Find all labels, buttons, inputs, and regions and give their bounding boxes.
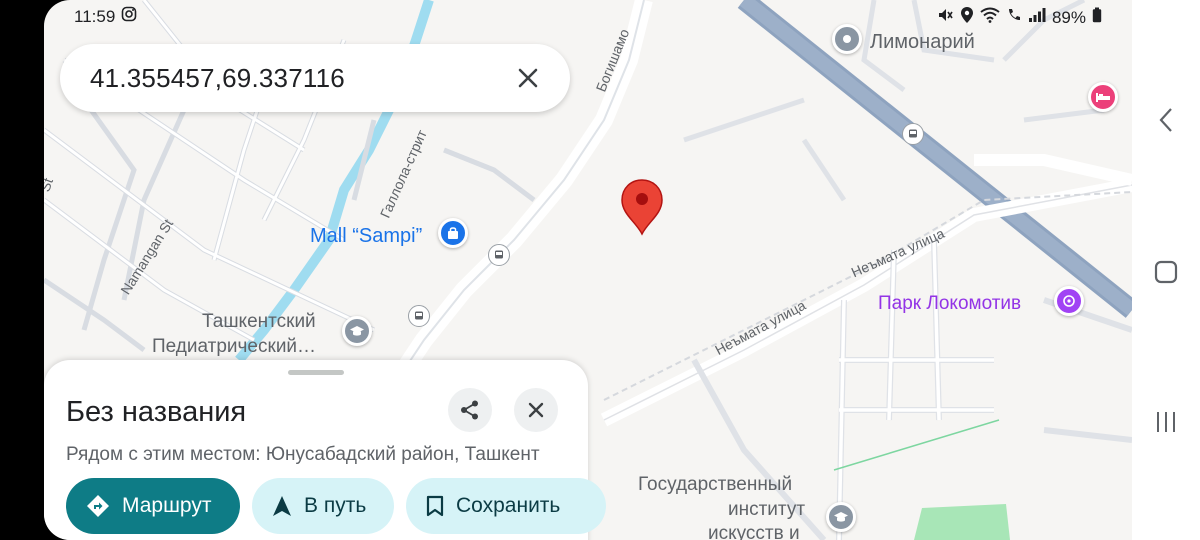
save-button-label: Сохранить	[456, 494, 561, 517]
bus-stop-icon[interactable]	[488, 244, 510, 266]
park-area	[914, 504, 1010, 540]
recent-apps-button[interactable]	[1146, 402, 1186, 442]
go-button-label: В путь	[304, 494, 367, 517]
go-button[interactable]: В путь	[252, 478, 394, 534]
navigation-arrow-icon	[273, 496, 291, 516]
system-navigation-bar	[1132, 0, 1200, 540]
poi-label-institute-line1[interactable]: Государственный	[638, 474, 792, 496]
wifi-icon	[980, 7, 1000, 28]
status-time: 11:59	[74, 6, 116, 26]
wifi-call-icon	[1006, 7, 1022, 28]
instagram-icon	[121, 6, 137, 27]
hotel-poi-icon[interactable]	[1088, 82, 1118, 112]
clear-search-button[interactable]	[510, 60, 546, 96]
status-bar-left: 11:59	[74, 6, 137, 27]
close-icon	[528, 402, 544, 418]
close-icon	[518, 68, 538, 88]
park-poi-icon[interactable]	[1054, 286, 1084, 316]
place-subtitle: Рядом с этим местом: Юнусабадский район,…	[66, 444, 540, 465]
mute-icon	[936, 6, 954, 29]
poi-label-mall[interactable]: Mall “Sampi”	[310, 225, 422, 247]
map-screen[interactable]: 11:59 89% 41.355457,69.337116 Лимонарий …	[44, 0, 1132, 540]
poi-label-tashkent-line2[interactable]: Педиатрический…	[152, 336, 316, 358]
place-bottom-sheet[interactable]: Без названия Рядом с этим местом: Юнусаб…	[44, 360, 606, 540]
back-chevron-icon	[1159, 108, 1172, 132]
bus-stop-icon[interactable]	[408, 305, 430, 327]
sheet-drag-handle[interactable]	[288, 370, 344, 375]
battery-percent: 89%	[1051, 7, 1086, 27]
signal-icon	[1028, 7, 1046, 28]
share-button[interactable]	[448, 388, 492, 432]
directions-icon	[87, 495, 109, 517]
search-bar[interactable]: 41.355457,69.337116	[60, 44, 570, 112]
bookmark-icon	[426, 495, 444, 517]
school-icon[interactable]	[826, 502, 856, 532]
poi-label-institute-line3[interactable]: искусств и	[708, 523, 800, 540]
home-square-icon	[1154, 260, 1178, 284]
route-button-label: Маршрут	[122, 494, 212, 517]
home-button[interactable]	[1146, 252, 1186, 292]
bus-stop-icon[interactable]	[902, 123, 924, 145]
location-pin	[621, 179, 663, 236]
place-title: Без названия	[66, 396, 247, 428]
recent-apps-icon	[1157, 412, 1175, 432]
poi-label-institute-line2[interactable]: институт	[728, 499, 805, 521]
back-button[interactable]	[1146, 100, 1186, 140]
status-bar-right: 89%	[936, 6, 1102, 29]
shopping-bag-icon[interactable]	[438, 218, 468, 248]
location-icon	[960, 6, 974, 29]
search-input[interactable]: 41.355457,69.337116	[90, 63, 510, 94]
close-button[interactable]	[514, 388, 558, 432]
save-button[interactable]: Сохранить	[406, 478, 606, 534]
share-icon	[461, 400, 478, 420]
limonariy-poi-icon[interactable]	[832, 24, 862, 54]
route-button[interactable]: Маршрут	[66, 478, 240, 534]
poi-label-tashkent-line1[interactable]: Ташкентский	[202, 311, 316, 333]
school-icon[interactable]	[342, 316, 372, 346]
poi-label-park[interactable]: Парк Локомотив	[878, 293, 1021, 315]
poi-label-limonariy[interactable]: Лимонарий	[870, 31, 975, 53]
battery-icon	[1092, 7, 1102, 28]
